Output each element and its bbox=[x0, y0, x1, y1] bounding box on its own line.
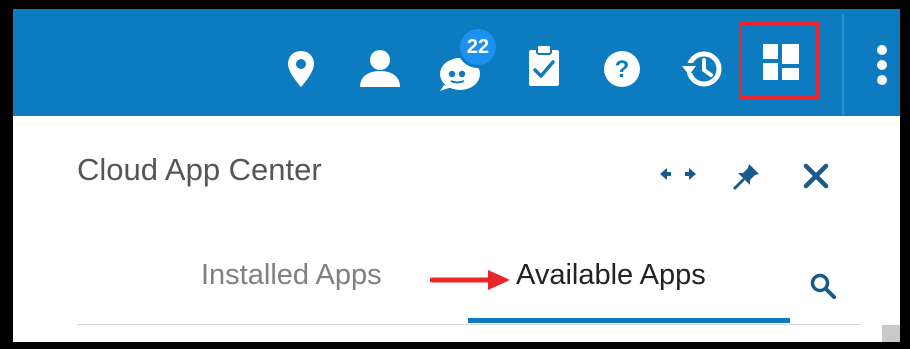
tab-available-apps[interactable]: Available Apps bbox=[516, 259, 706, 292]
screenshot-frame: 22 ? Cloud App Center Installed Apps Ava… bbox=[0, 0, 910, 349]
location-pin-icon[interactable] bbox=[286, 49, 316, 89]
expand-horizontal-icon[interactable] bbox=[660, 167, 696, 181]
panel-title: Cloud App Center bbox=[77, 152, 322, 187]
search-icon[interactable] bbox=[810, 273, 836, 299]
clipboard-check-icon[interactable] bbox=[527, 44, 561, 88]
topbar-divider bbox=[842, 14, 844, 116]
svg-text:?: ? bbox=[615, 56, 630, 83]
tabs-divider bbox=[77, 324, 860, 325]
arrow-annotation bbox=[430, 270, 510, 290]
scrollbar-thumb[interactable] bbox=[882, 325, 900, 342]
highlight-annotation-box bbox=[739, 22, 819, 99]
user-icon[interactable] bbox=[359, 49, 401, 87]
tab-installed-apps[interactable]: Installed Apps bbox=[201, 259, 382, 292]
pin-icon[interactable] bbox=[733, 162, 761, 190]
help-icon[interactable]: ? bbox=[603, 50, 641, 88]
more-vertical-icon[interactable] bbox=[875, 45, 889, 85]
close-icon[interactable] bbox=[803, 163, 829, 189]
history-icon[interactable] bbox=[681, 49, 723, 89]
active-tab-indicator bbox=[468, 318, 790, 323]
notification-count-badge: 22 bbox=[457, 26, 499, 68]
top-app-bar: 22 ? bbox=[13, 9, 900, 116]
